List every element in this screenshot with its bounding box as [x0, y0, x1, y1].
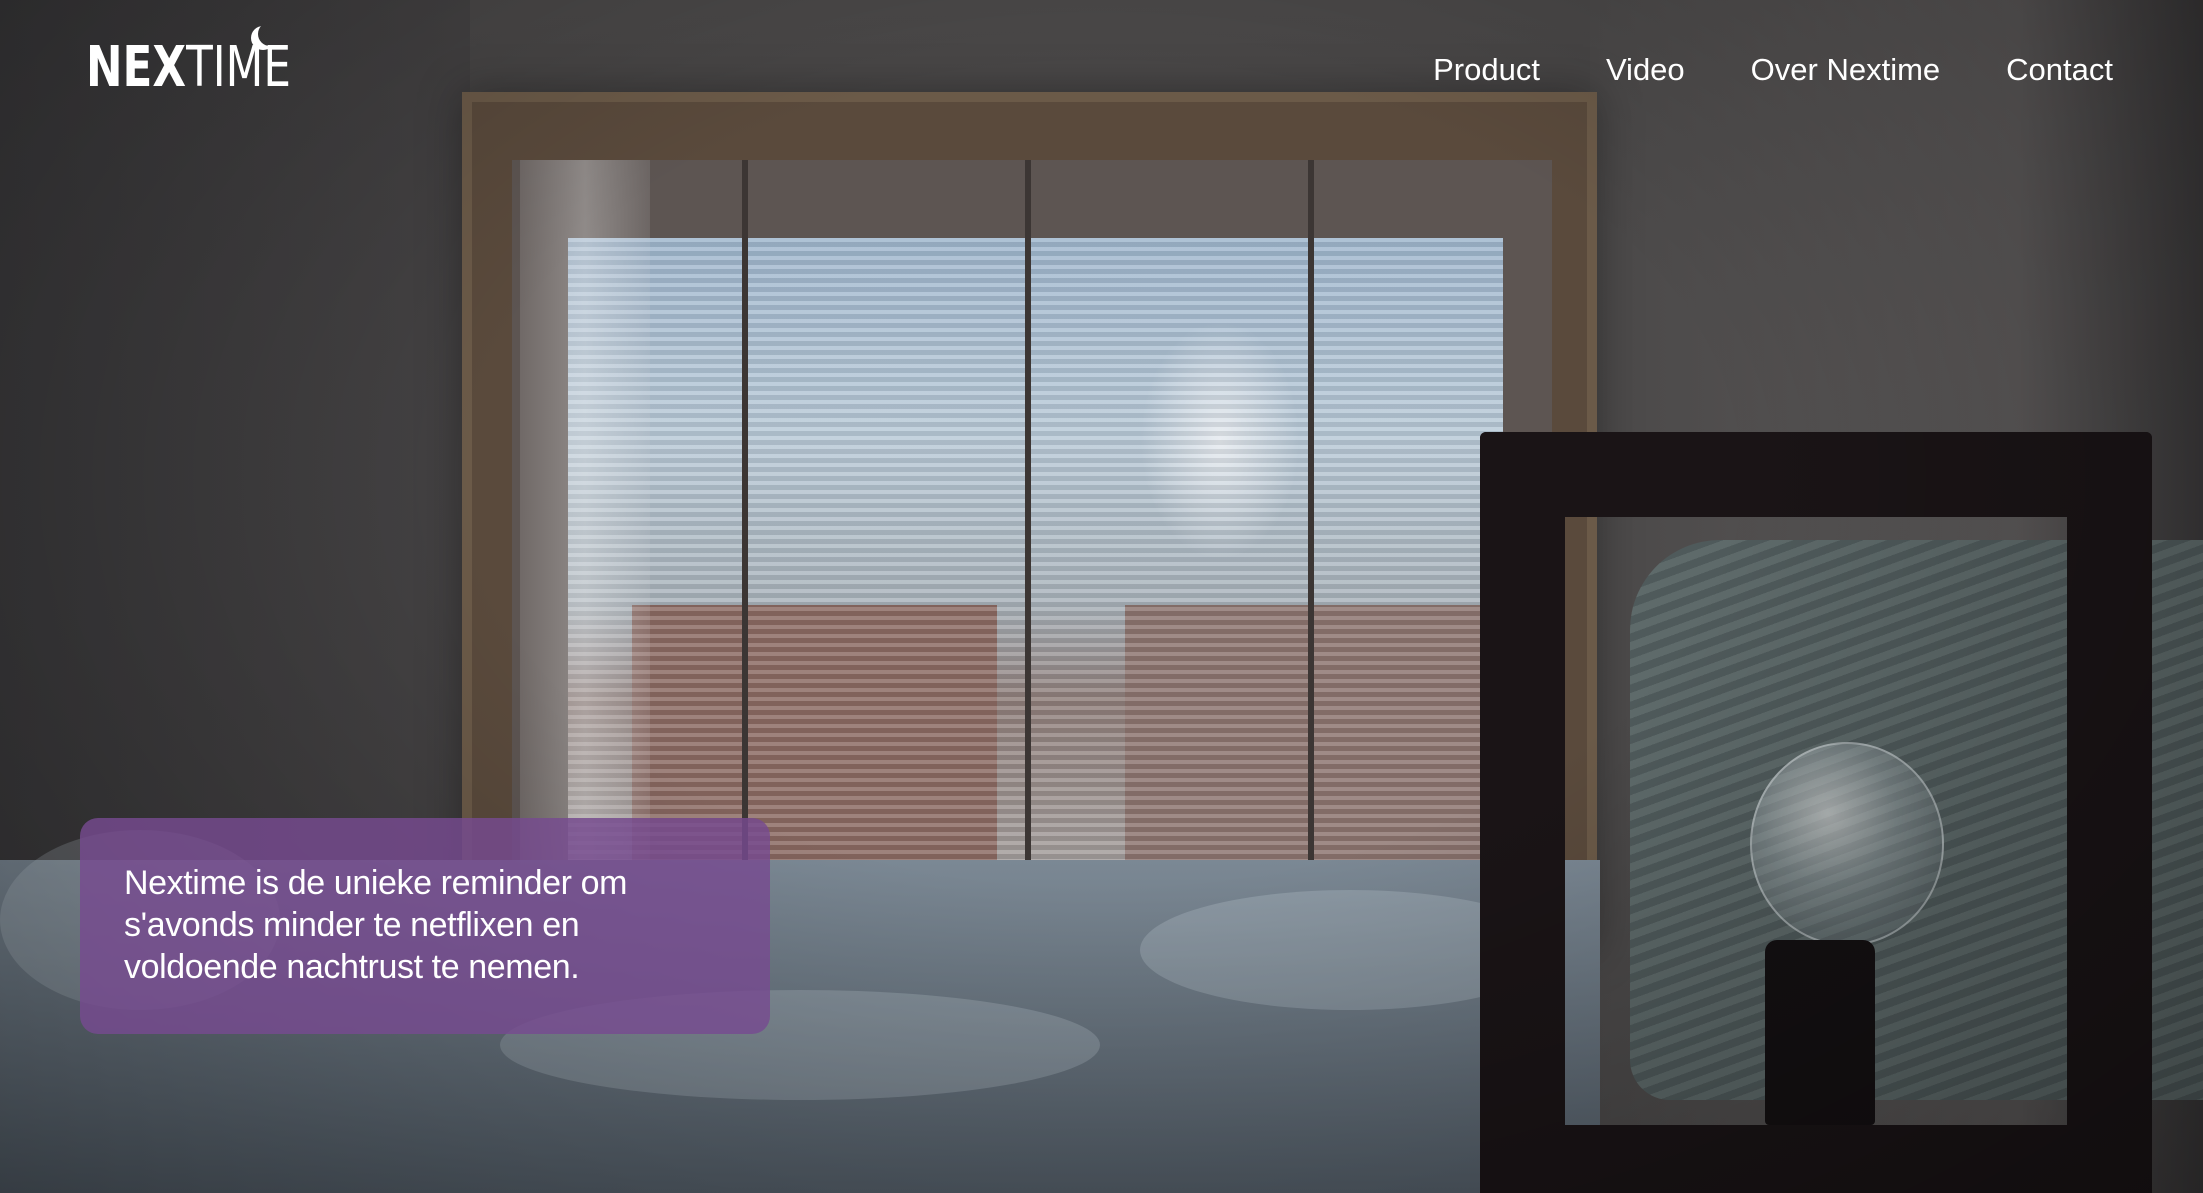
nav-item-contact[interactable]: Contact	[2006, 52, 2113, 88]
hero-section: NEXTIME Product Video Over Nextime Conta…	[0, 0, 2203, 1193]
moon-icon	[258, 22, 282, 46]
main-nav: Product Video Over Nextime Contact	[1433, 52, 2113, 88]
tagline-box: Nextime is de unieke reminder om s'avond…	[80, 818, 770, 1034]
nav-item-video[interactable]: Video	[1606, 52, 1685, 88]
logo-bold-text: NEX	[86, 35, 187, 100]
nav-item-over-nextime[interactable]: Over Nextime	[1751, 52, 1940, 88]
hero-tagline: Nextime is de unieke reminder om s'avond…	[124, 864, 628, 986]
brand-logo[interactable]: NEXTIME	[86, 22, 349, 96]
nav-item-product[interactable]: Product	[1433, 52, 1540, 88]
